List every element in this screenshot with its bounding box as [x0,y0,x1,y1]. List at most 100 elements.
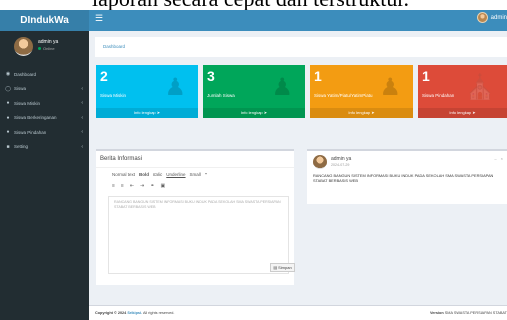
caption-text: laporan secara cepat dan terstruktur. [92,0,409,10]
post-body: RANCANG BANGUN SISTEM INFORMASI BUKU IND… [313,173,494,184]
save-button[interactable]: ▤ Simpan [270,263,295,272]
berita-informasi-panel: Berita Informasi Normal text Bold Italic… [96,149,295,285]
close-icon[interactable]: × [501,156,503,161]
stat-value: 1 [422,68,430,84]
save-label: Simpan [278,265,292,270]
more-info-text: Info lengkap [240,110,263,115]
user-icon: ● [6,100,10,107]
breadcrumb-dashboard[interactable]: Dashboard [103,44,125,49]
sidebar-item-label: Dashboard [14,71,37,77]
app-logo[interactable]: DIndukWa [0,10,89,31]
copyright-prefix: Copyright © 2024 [95,311,127,315]
stat-value: 1 [314,68,322,84]
list-ul-icon[interactable]: ≡ [112,183,115,189]
save-icon: ▤ [273,265,278,270]
stat-card-siswa-miskin: 2 Siswa Miskin ♟ Info lengkap ➤ [96,65,198,118]
stat-more-info-link[interactable]: Info lengkap ➤ [310,108,413,118]
bold-button[interactable]: Bold [139,172,149,177]
post-username: admin ya [331,156,352,162]
panel-title: Berita Informasi [100,156,143,162]
post-avatar [313,155,327,169]
indent-icon[interactable]: ⇥ [140,183,144,189]
chevron-left-icon: ‹ [81,85,83,92]
chevron-left-icon: ‹ [81,114,83,121]
bank-icon: ⛪ [465,74,495,101]
version-label: Version [429,311,444,315]
sidebar-avatar [14,37,33,56]
underline-button[interactable]: Underline [166,172,185,177]
berita-editor-textarea[interactable]: RANCANG BANGUN SISTEM INFORMASI BUKU IND… [108,196,289,274]
sidebar: admin ya Online ◉ Dashboard ◯ Siswa ‹ ● Sisw… [0,31,89,320]
sidebar-item-siswa[interactable]: ◯ Siswa ‹ [0,82,89,97]
stat-card-siswa-yatim: 1 Siswa Yatim/Piatu/YatimPiatu ♟ Info le… [310,65,413,118]
stat-label: Jumlah Siswa [207,93,235,98]
navbar-user-menu[interactable]: admin [476,12,507,23]
more-info-text: Info lengkap [133,110,156,115]
small-button[interactable]: Small [190,172,201,177]
stat-value: 2 [100,68,108,84]
sidebar-user-status: Online [38,46,55,51]
link-icon[interactable]: ⚭ [150,183,154,189]
news-post-card: admin ya 2024-07-29 – × RANCANG BANGUN S… [307,149,507,204]
post-actions: – × [494,156,503,161]
users-icon: ◯ [5,85,11,92]
sidebar-item-label: Siswa [14,86,27,92]
list-ol-icon[interactable]: ≡ [121,183,124,189]
stat-card-siswa-pindahan: 1 Siswa Pindahan ⛪ Info lengkap ➤ [418,65,507,118]
navbar-avatar [476,12,488,23]
sidebar-item-setting[interactable]: ■ Setting ‹ [0,140,89,155]
outdent-icon[interactable]: ⇤ [130,183,134,189]
arrow-circle-right-icon: ➤ [371,110,375,115]
hamburger-icon[interactable]: ☰ [95,13,103,24]
sidebar-item-siswa-pindahan[interactable]: ● Siswa Pindahan ‹ [0,125,89,140]
sidebar-user-name: admin ya [38,39,59,45]
chevron-left-icon: ‹ [81,129,83,136]
sidebar-item-siswa-berkeringanan[interactable]: ● Siswa Berkeringanan ‹ [0,111,89,126]
footer-brand-link[interactable]: Srikipsi. [127,311,142,315]
document-caption-fragment: laporan secara cepat dan terstruktur. [0,0,507,10]
stat-more-info-link[interactable]: Info lengkap ➤ [203,108,305,118]
chevron-left-icon: ‹ [81,100,83,107]
stat-label: Siswa Yatim/Piatu/YatimPiatu [314,93,373,98]
image-icon[interactable]: ▣ [160,183,165,189]
sidebar-item-label: Siswa Miskin [14,100,41,106]
stat-more-info-link[interactable]: Info lengkap ➤ [418,108,507,118]
user-icon: ♟ [271,74,293,101]
sidebar-item-dashboard[interactable]: ◉ Dashboard [0,67,89,82]
user-icon: ● [6,129,10,136]
divider [96,167,294,168]
stat-label: Siswa Miskin [100,93,127,98]
stat-label: Siswa Pindahan [422,93,455,98]
sidebar-menu: ◉ Dashboard ◯ Siswa ‹ ● Siswa Miskin ‹ ● Siswa… [0,67,89,154]
arrow-circle-right-icon: ➤ [263,110,268,115]
sidebar-item-label: Siswa Berkeringanan [14,115,57,121]
blockquote-button[interactable]: “ [205,172,207,177]
sidebar-item-label: Setting [14,144,29,150]
editor-toolbar-icons: ≡ ≡ ⇤ ⇥ ⚭ ▣ [112,183,165,189]
post-date: 2024-07-29 [331,163,350,167]
page-footer: Copyright © 2024 Srikipsi. All rights re… [89,305,507,320]
sidebar-item-label: Siswa Pindahan [14,129,47,135]
user-icon: ● [6,114,10,121]
top-navbar: ☰ admin [89,10,507,31]
font-size-dropdown[interactable]: Normal text [112,172,135,177]
arrow-circle-right-icon: ➤ [156,110,161,115]
italic-button[interactable]: Italic [153,172,162,177]
logo-text: DIndukWa [20,15,69,26]
main-content: Dashboard 2 Siswa Miskin ♟ Info lengkap … [89,31,507,305]
footer-copyright: Copyright © 2024 Srikipsi. All rights re… [95,311,174,315]
arrow-circle-right-icon: ➤ [472,110,476,115]
user-icon: ♟ [164,74,186,101]
sidebar-item-siswa-miskin[interactable]: ● Siswa Miskin ‹ [0,96,89,111]
footer-version: Version SMA SWASTA PERSIAPAN STABAT [430,311,507,315]
rights-text: All rights reserved. [143,311,175,315]
collapse-icon[interactable]: – [494,156,496,161]
stat-more-info-link[interactable]: Info lengkap ➤ [96,108,198,118]
more-info-text: Info lengkap [348,110,371,115]
online-dot-icon [38,47,41,50]
chart-icon: ■ [6,143,10,150]
stat-card-jumlah-siswa: 3 Jumlah Siswa ♟ Info lengkap ➤ [203,65,305,118]
version-text: SMA SWASTA PERSIAPAN STABAT [444,311,507,315]
dashboard-icon: ◉ [5,71,11,78]
sidebar-user-panel: admin ya Online [0,31,89,61]
